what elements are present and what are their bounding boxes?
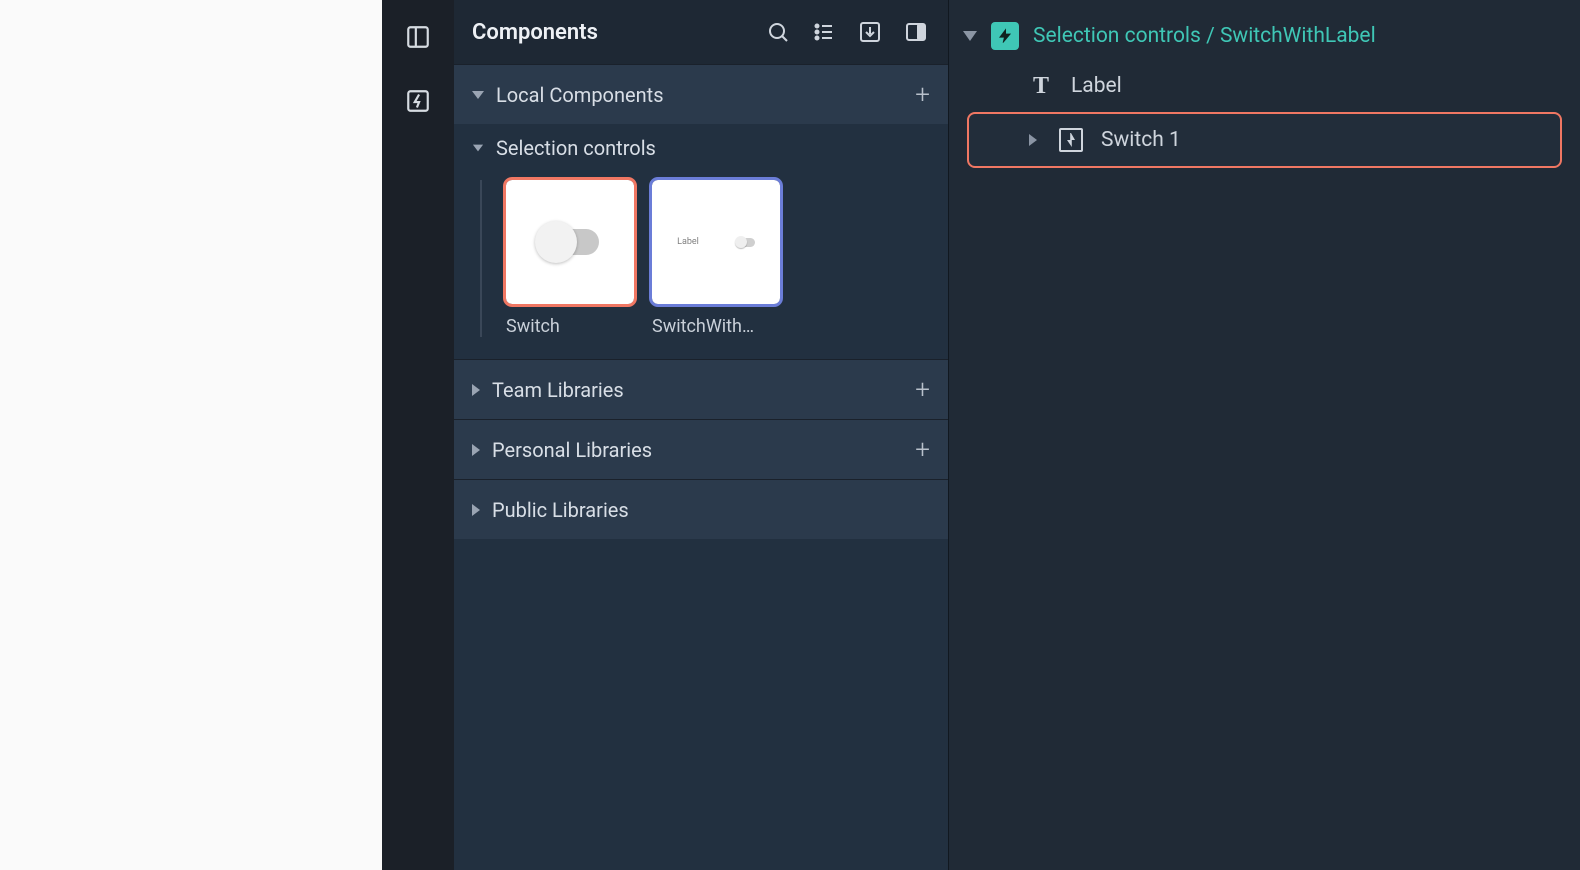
chevron-right-icon — [472, 384, 480, 396]
add-team-library-button[interactable]: + — [915, 377, 930, 403]
components-button[interactable] — [403, 86, 433, 116]
split-view-button[interactable] — [902, 18, 930, 46]
layer-root[interactable]: Selection controls / SwitchWithLabel — [949, 12, 1580, 60]
lightning-square-icon — [405, 88, 431, 114]
layer-item-label[interactable]: T Label — [949, 60, 1580, 112]
chevron-down-icon — [473, 145, 483, 152]
instance-type-icon — [1057, 126, 1085, 154]
chevron-right-icon — [472, 444, 480, 456]
card-thumbnail-switch — [506, 180, 634, 304]
component-card-switchwithlabel[interactable]: Label SwitchWith… — [652, 180, 780, 337]
component-card-switch[interactable]: Switch — [506, 180, 634, 337]
layer-item-text: Switch 1 — [1101, 128, 1181, 152]
chevron-down-icon — [963, 31, 977, 41]
card-label: Switch — [506, 316, 634, 337]
mini-label-text: Label — [677, 237, 699, 247]
search-icon — [766, 20, 790, 44]
tree-guide — [480, 180, 482, 337]
list-icon — [812, 20, 836, 44]
panels-toggle-button[interactable] — [403, 22, 433, 52]
chevron-right-icon — [1029, 134, 1037, 146]
sidebar-icon — [405, 24, 431, 50]
layer-root-label: Selection controls / SwitchWithLabel — [1033, 24, 1376, 48]
layers-panel: Selection controls / SwitchWithLabel T L… — [948, 0, 1580, 870]
section-team-libraries[interactable]: Team Libraries + — [454, 359, 948, 419]
component-cards: Switch Label SwitchWith… — [454, 166, 948, 359]
download-square-icon — [858, 20, 882, 44]
list-view-button[interactable] — [810, 18, 838, 46]
section-label: Personal Libraries — [492, 438, 652, 462]
section-label: Local Components — [496, 83, 664, 107]
layer-item-text: Label — [1071, 74, 1122, 98]
text-type-icon: T — [1027, 72, 1055, 100]
mini-switch-preview — [737, 238, 755, 247]
chevron-right-icon — [472, 504, 480, 516]
document-whitespace — [0, 0, 382, 870]
card-thumbnail-switchwithlabel: Label — [652, 180, 780, 304]
group-selection-controls[interactable]: Selection controls — [454, 124, 948, 166]
components-panel: Components — [454, 0, 948, 870]
group-label: Selection controls — [496, 136, 656, 160]
import-button[interactable] — [856, 18, 884, 46]
card-label: SwitchWith… — [652, 316, 780, 337]
section-local-components[interactable]: Local Components + — [454, 64, 948, 124]
chevron-down-icon — [472, 91, 484, 99]
column-icon — [904, 20, 928, 44]
panel-toolbar — [764, 18, 930, 46]
section-label: Team Libraries — [492, 378, 624, 402]
panel-header: Components — [454, 0, 948, 64]
tool-rail — [382, 0, 454, 870]
component-badge — [991, 22, 1019, 50]
section-personal-libraries[interactable]: Personal Libraries + — [454, 419, 948, 479]
switch-preview — [541, 229, 599, 255]
panel-title: Components — [472, 20, 598, 45]
layer-item-switch1[interactable]: Switch 1 — [967, 112, 1562, 168]
lightning-icon — [997, 28, 1013, 44]
section-public-libraries[interactable]: Public Libraries — [454, 479, 948, 539]
add-personal-library-button[interactable]: + — [915, 437, 930, 463]
search-button[interactable] — [764, 18, 792, 46]
add-local-component-button[interactable]: + — [915, 82, 930, 108]
section-label: Public Libraries — [492, 498, 629, 522]
